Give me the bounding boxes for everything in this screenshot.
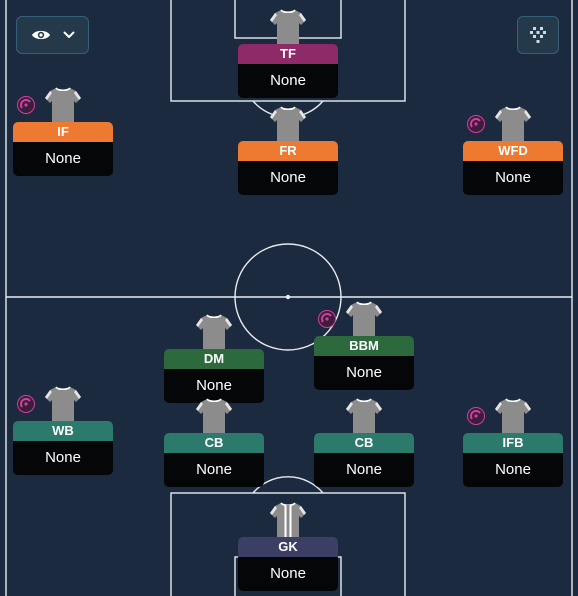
position-slot-cb-left[interactable]: CB None (164, 398, 264, 501)
player-name: None (314, 356, 414, 390)
shirt-icon (45, 386, 81, 421)
role-label: FR (238, 141, 338, 161)
shirt-icon (196, 314, 232, 349)
role-label: GK (238, 537, 338, 557)
chevron-down-icon (63, 31, 74, 38)
shirt-icon (270, 9, 306, 44)
role-label: WB (13, 421, 113, 441)
role-label: CB (314, 433, 414, 453)
shirt-icon (45, 87, 81, 122)
position-slot-wfd[interactable]: WFD None (463, 106, 563, 209)
shirt-icon (346, 398, 382, 433)
eye-icon (31, 30, 50, 40)
position-slot-gk[interactable]: GK None (238, 502, 338, 596)
role-badge-icon (467, 407, 485, 425)
role-label: TF (238, 44, 338, 64)
player-name: None (13, 142, 113, 176)
role-badge-icon (318, 310, 336, 328)
formation-view-button[interactable] (517, 16, 559, 54)
shirt-icon (346, 301, 382, 336)
player-name: None (238, 161, 338, 195)
player-name: None (238, 64, 338, 98)
role-label: WFD (463, 141, 563, 161)
view-options-button[interactable] (16, 16, 89, 54)
formation-grid-icon (530, 27, 546, 43)
player-name: None (314, 453, 414, 487)
position-slot-bbm[interactable]: BBM None (314, 301, 414, 404)
shirt-icon (495, 398, 531, 433)
position-slot-if[interactable]: IF None (13, 87, 113, 190)
player-name: None (463, 453, 563, 487)
shirt-icon (270, 502, 306, 537)
position-slot-fr[interactable]: FR None (238, 106, 338, 209)
player-name: None (238, 557, 338, 591)
shirt-icon (196, 398, 232, 433)
role-badge-icon (17, 395, 35, 413)
role-label: IFB (463, 433, 563, 453)
tactics-pitch: TF None IF None FR None WFD None DM None BBM N… (0, 0, 578, 596)
role-label: IF (13, 122, 113, 142)
role-label: BBM (314, 336, 414, 356)
role-label: CB (164, 433, 264, 453)
position-slot-cb-right[interactable]: CB None (314, 398, 414, 501)
shirt-icon (270, 106, 306, 141)
position-slot-tf[interactable]: TF None (238, 9, 338, 112)
position-slot-wb[interactable]: WB None (13, 386, 113, 489)
player-name: None (13, 441, 113, 475)
role-badge-icon (17, 96, 35, 114)
position-slot-ifb[interactable]: IFB None (463, 398, 563, 501)
player-name: None (463, 161, 563, 195)
role-badge-icon (467, 115, 485, 133)
player-name: None (164, 453, 264, 487)
role-label: DM (164, 349, 264, 369)
shirt-icon (495, 106, 531, 141)
